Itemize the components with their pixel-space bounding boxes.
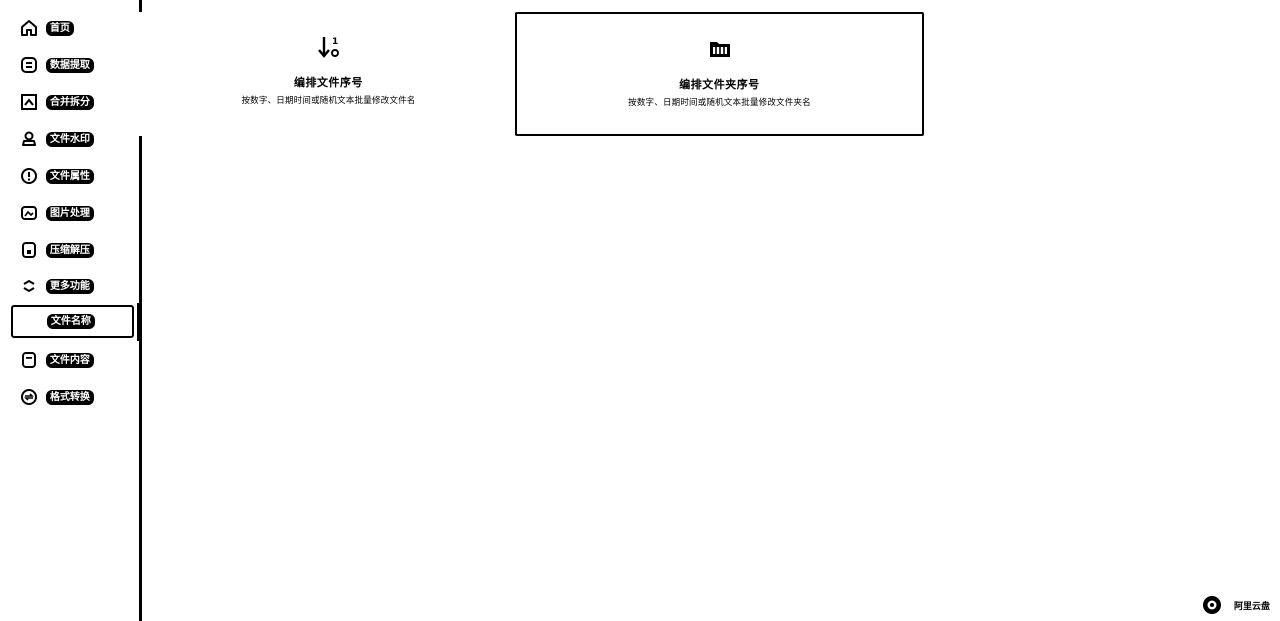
sidebar-item-properties[interactable]: 文件属性 [12,161,136,191]
sidebar-item-label: 更多功能 [46,278,94,294]
merge-split-icon [20,93,38,111]
card-number-folders[interactable]: 编排文件夹序号 按数字、日期时间或随机文本批量修改文件夹名 [515,12,924,136]
image-icon [20,204,38,222]
card-description: 按数字、日期时间或随机文本批量修改文件名 [241,96,416,106]
card-number-files[interactable]: 1 编排文件序号 按数字、日期时间或随机文本批量修改文件名 [124,12,533,136]
sidebar-item-home[interactable]: 首页 [12,13,136,43]
sidebar-item-label: 文件内容 [46,352,94,368]
sidebar-item-label: 压缩解压 [46,242,94,258]
sidebar-item-image[interactable]: 图片处理 [12,198,136,228]
sidebar-item-label: 文件水印 [46,131,94,147]
archive-icon [20,241,38,259]
sidebar-item-label: 格式转换 [46,389,94,405]
stamp-icon [20,130,38,148]
sidebar-item-merge-split[interactable]: 合并拆分 [12,87,136,117]
sidebar-item-label: 文件属性 [46,168,94,184]
sort-number-icon: 1 [316,34,342,60]
card-title: 编排文件序号 [294,76,363,89]
sidebar-item-label: 首页 [46,20,74,36]
card-description: 按数字、日期时间或随机文本批量修改文件夹名 [628,98,811,108]
sidebar-item-label: 合并拆分 [46,94,94,110]
brand-footer[interactable]: 阿里云盘 [1202,595,1270,615]
home-icon [20,19,38,37]
brand-text: 阿里云盘 [1233,601,1270,612]
aliyun-drive-logo-icon [1202,595,1222,615]
convert-icon [20,388,38,406]
database-icon [20,56,38,74]
sidebar: 首页 数据提取 合并拆分 文件水印 文件属性 图片处理 压缩解压 更多功能 文件… [0,0,142,621]
svg-text:1: 1 [332,37,338,47]
sidebar-item-more[interactable]: 更多功能 [12,271,136,301]
sidebar-item-watermark[interactable]: 文件水印 [12,124,136,154]
sidebar-item-label: 文件名称 [47,314,95,329]
card-title: 编排文件夹序号 [679,78,760,91]
sidebar-item-file-content[interactable]: 文件内容 [12,345,136,375]
sidebar-item-label: 图片处理 [46,205,94,221]
sidebar-item-data-extract[interactable]: 数据提取 [12,50,136,80]
sidebar-item-convert[interactable]: 格式转换 [12,382,136,412]
sidebar-item-compress[interactable]: 压缩解压 [12,235,136,265]
sidebar-item-filename[interactable]: 文件名称 [11,303,140,341]
sidebar-item-label: 数据提取 [46,57,94,73]
more-icon [20,277,38,295]
folder-number-icon [707,36,733,62]
document-icon [20,351,38,369]
info-icon [20,167,38,185]
